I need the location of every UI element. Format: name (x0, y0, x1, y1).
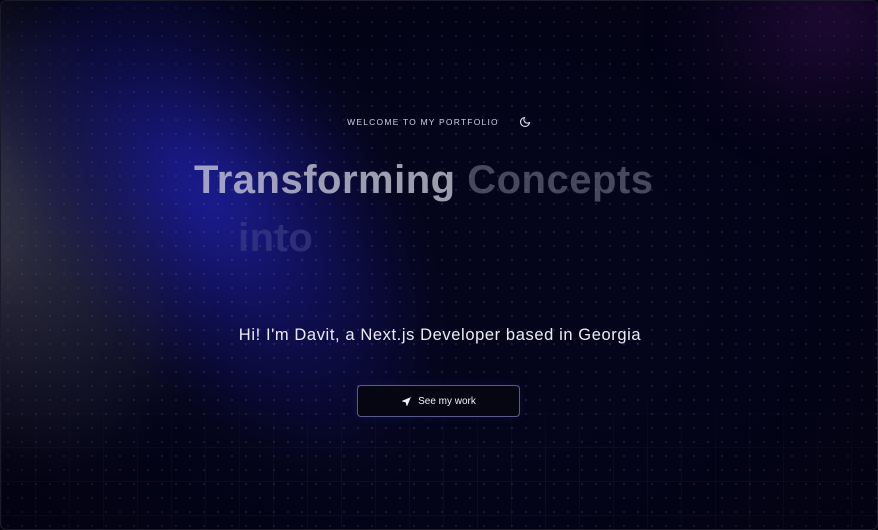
headline-word-transforming: Transforming (194, 158, 456, 202)
welcome-eyebrow: WELCOME TO MY PORTFOLIO (347, 117, 499, 127)
see-my-work-label: See my work (418, 395, 476, 407)
paper-plane-icon (402, 396, 411, 406)
hero-topline: WELCOME TO MY PORTFOLIO (1, 114, 877, 130)
moon-icon (519, 116, 530, 128)
see-my-work-button[interactable]: See my work (357, 385, 520, 417)
headline-word-concepts: Concepts (467, 158, 654, 202)
theme-toggle-button[interactable] (517, 114, 533, 130)
hero-headline: Transforming Concepts into (194, 151, 714, 267)
intro-text: Hi! I'm Davit, a Next.js Developer based… (238, 326, 642, 344)
headline-word-into: into (238, 216, 314, 260)
hero-section: WELCOME TO MY PORTFOLIO Transforming Con… (0, 0, 878, 530)
